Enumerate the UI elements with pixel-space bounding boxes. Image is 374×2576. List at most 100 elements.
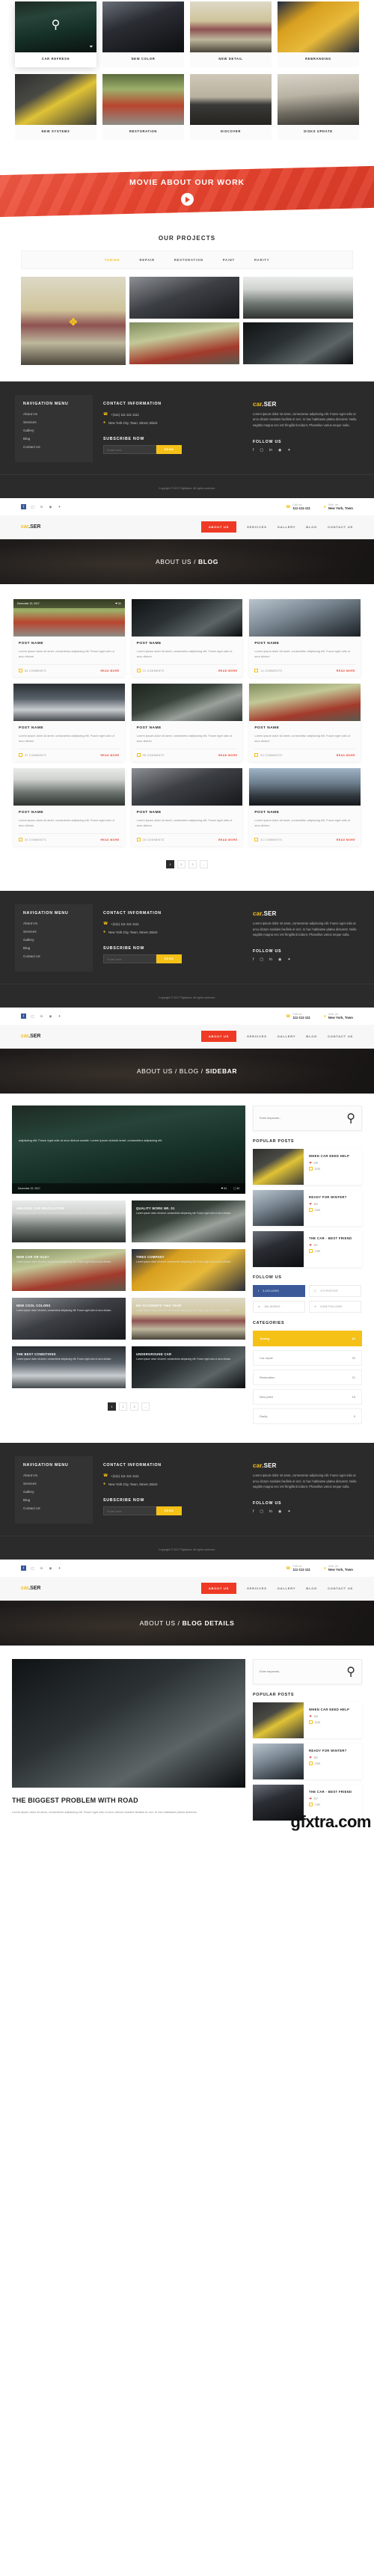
nav-item-blog[interactable]: BLOG [306,1034,317,1038]
portfolio-thumbnail[interactable] [190,74,272,125]
google-icon[interactable]: ◉ [48,1565,53,1571]
facebook-icon[interactable]: f [253,448,254,453]
page-1[interactable]: 1 [166,860,174,869]
read-more-link[interactable]: READ MORE [218,838,237,841]
read-more-link[interactable]: READ MORE [337,754,355,757]
instagram-icon[interactable]: ▢ [30,1565,35,1571]
nav-item-blog[interactable]: BLOG [306,1586,317,1590]
blog-card-thumbnail[interactable] [131,599,243,637]
filter-rarity[interactable]: RARITY [254,258,269,262]
footer-link-contact[interactable]: Contact Us [23,1506,85,1510]
google-icon[interactable]: ◉ [48,1013,53,1019]
site-logo[interactable]: car.SER [21,1586,40,1591]
category-restoration[interactable]: Restoration 21 [253,1370,362,1386]
footer-link-blog[interactable]: Blog [23,437,85,441]
subscribe-email-input[interactable] [103,954,156,964]
nav-item-services[interactable]: SERVICES [247,1034,267,1038]
category-rarity[interactable]: Rarity 9 [253,1408,362,1425]
popular-post-item[interactable]: THE CAR - BEST FRIEND ❤ 257 1789 [253,1231,362,1268]
footer-link-about[interactable]: About Us [23,1473,85,1477]
search-icon[interactable]: ⚲ [346,1664,355,1679]
portfolio-card[interactable]: DISKS UPDATE [278,74,359,140]
blog-card[interactable]: December 22, 2017 ❤ 34 POST NAME Lorem i… [13,599,125,678]
project-tile[interactable]: ✥ [21,277,126,365]
project-tile[interactable] [129,322,239,364]
footer-logo[interactable]: car.SER [253,401,359,408]
portfolio-thumbnail[interactable] [15,74,96,125]
instagram-icon[interactable]: ▢ [260,448,263,453]
twitter-icon[interactable]: ✦ [57,1013,62,1019]
portfolio-thumbnail[interactable] [190,1,272,52]
portfolio-card[interactable]: DISCOVER [190,74,272,140]
subscribe-email-input[interactable] [103,445,156,454]
portfolio-card[interactable]: RESTORATION [102,74,184,140]
subscribe-send-button[interactable]: SEND [156,445,182,454]
google-icon[interactable]: ◉ [278,448,281,453]
site-logo[interactable]: car.SER [21,1034,40,1039]
portfolio-card[interactable]: NEW DETAIL [190,1,272,67]
portfolio-thumbnail[interactable]: ⚲ ❤ [15,1,96,52]
nav-item-about-us[interactable]: ABOUT US [200,1583,237,1595]
page-1[interactable]: 1 [108,1402,116,1411]
blog-card-thumbnail[interactable] [131,684,243,722]
follow-facebook[interactable]: f 3,443 LIKES [253,1285,305,1298]
popular-post-item[interactable]: WHEN CAR NEED HELP ❤ 435 3245 [253,1702,362,1739]
mini-post[interactable]: NO ACCIDENTS THIS YEAR Lorem ipsum dolor… [132,1298,245,1340]
google-icon[interactable]: ◉ [278,1509,281,1514]
filter-repair[interactable]: REPAIR [140,258,155,262]
linkedin-icon[interactable]: in [39,1565,44,1571]
page-more[interactable]: ... [200,860,208,869]
linkedin-icon[interactable]: in [39,1013,44,1019]
facebook-icon[interactable]: f [21,1013,26,1019]
nav-item-contact-us[interactable]: CONTACT US [328,1586,353,1590]
subscribe-email-input[interactable] [103,1506,156,1516]
portfolio-card[interactable]: ⚲ ❤ CAR REFRESH [15,1,96,67]
footer-link-contact[interactable]: Contact Us [23,954,85,958]
facebook-icon[interactable]: f [21,1565,26,1571]
blog-card-thumbnail[interactable] [249,599,361,637]
project-tile[interactable] [129,277,239,319]
portfolio-thumbnail[interactable] [102,1,184,52]
read-more-link[interactable]: READ MORE [100,669,119,672]
category-car-repair[interactable]: Car repair 32 [253,1350,362,1367]
project-tile[interactable] [243,322,353,364]
nav-item-services[interactable]: SERVICES [247,1586,267,1590]
search-box[interactable]: ⚲ [253,1659,362,1685]
follow-instagram[interactable]: ▢ 470 PHOTOS [309,1285,361,1298]
page-2[interactable]: 2 [119,1402,127,1411]
read-more-link[interactable]: READ MORE [337,838,355,841]
footer-link-services[interactable]: Services [23,1482,85,1485]
blog-card-thumbnail[interactable] [13,684,125,722]
category-new-paint[interactable]: New paint 18 [253,1389,362,1405]
page-2[interactable]: 2 [177,860,186,869]
portfolio-card[interactable]: REBRANDING [278,1,359,67]
linkedin-icon[interactable]: in [39,504,44,509]
subscribe-send-button[interactable]: SEND [156,1506,182,1516]
twitter-icon[interactable]: ✦ [287,957,290,962]
footer-link-services[interactable]: Services [23,420,85,424]
facebook-icon[interactable]: f [253,1509,254,1514]
footer-link-about[interactable]: About Us [23,921,85,925]
twitter-icon[interactable]: ✦ [57,1565,62,1571]
mini-post[interactable]: NEW CAR OR OLD? Lorem ipsum dolor sit am… [12,1249,126,1292]
read-more-link[interactable]: READ MORE [100,754,119,757]
portfolio-thumbnail[interactable] [278,1,359,52]
footer-link-gallery[interactable]: Gallery [23,938,85,942]
google-icon[interactable]: ◉ [278,957,281,962]
twitter-icon[interactable]: ✦ [287,448,290,453]
read-more-link[interactable]: READ MORE [100,838,119,841]
blog-card[interactable]: POST NAME Lorem ipsum dolor sit amet, co… [13,684,125,762]
nav-item-about-us[interactable]: ABOUT US [200,1031,237,1043]
nav-item-contact-us[interactable]: CONTACT US [328,1034,353,1038]
instagram-icon[interactable]: ▢ [30,1013,35,1019]
mini-post[interactable]: AMAZING CAR REVOLUTION Lorem ipsum dolor… [12,1200,126,1243]
search-box[interactable]: ⚲ [253,1105,362,1132]
popular-post-item[interactable]: WHEN CAR NEED HELP ❤ 435 3245 [253,1149,362,1186]
nav-item-about-us[interactable]: ABOUT US [200,521,237,533]
twitter-icon[interactable]: ✦ [57,504,62,509]
blog-card[interactable]: POST NAME Lorem ipsum dolor sit amet, co… [131,684,243,762]
nav-item-gallery[interactable]: GALLERY [278,525,296,529]
site-logo[interactable]: car.SER [21,524,40,530]
filter-paint[interactable]: PAINT [223,258,235,262]
blog-card-thumbnail[interactable] [249,684,361,722]
